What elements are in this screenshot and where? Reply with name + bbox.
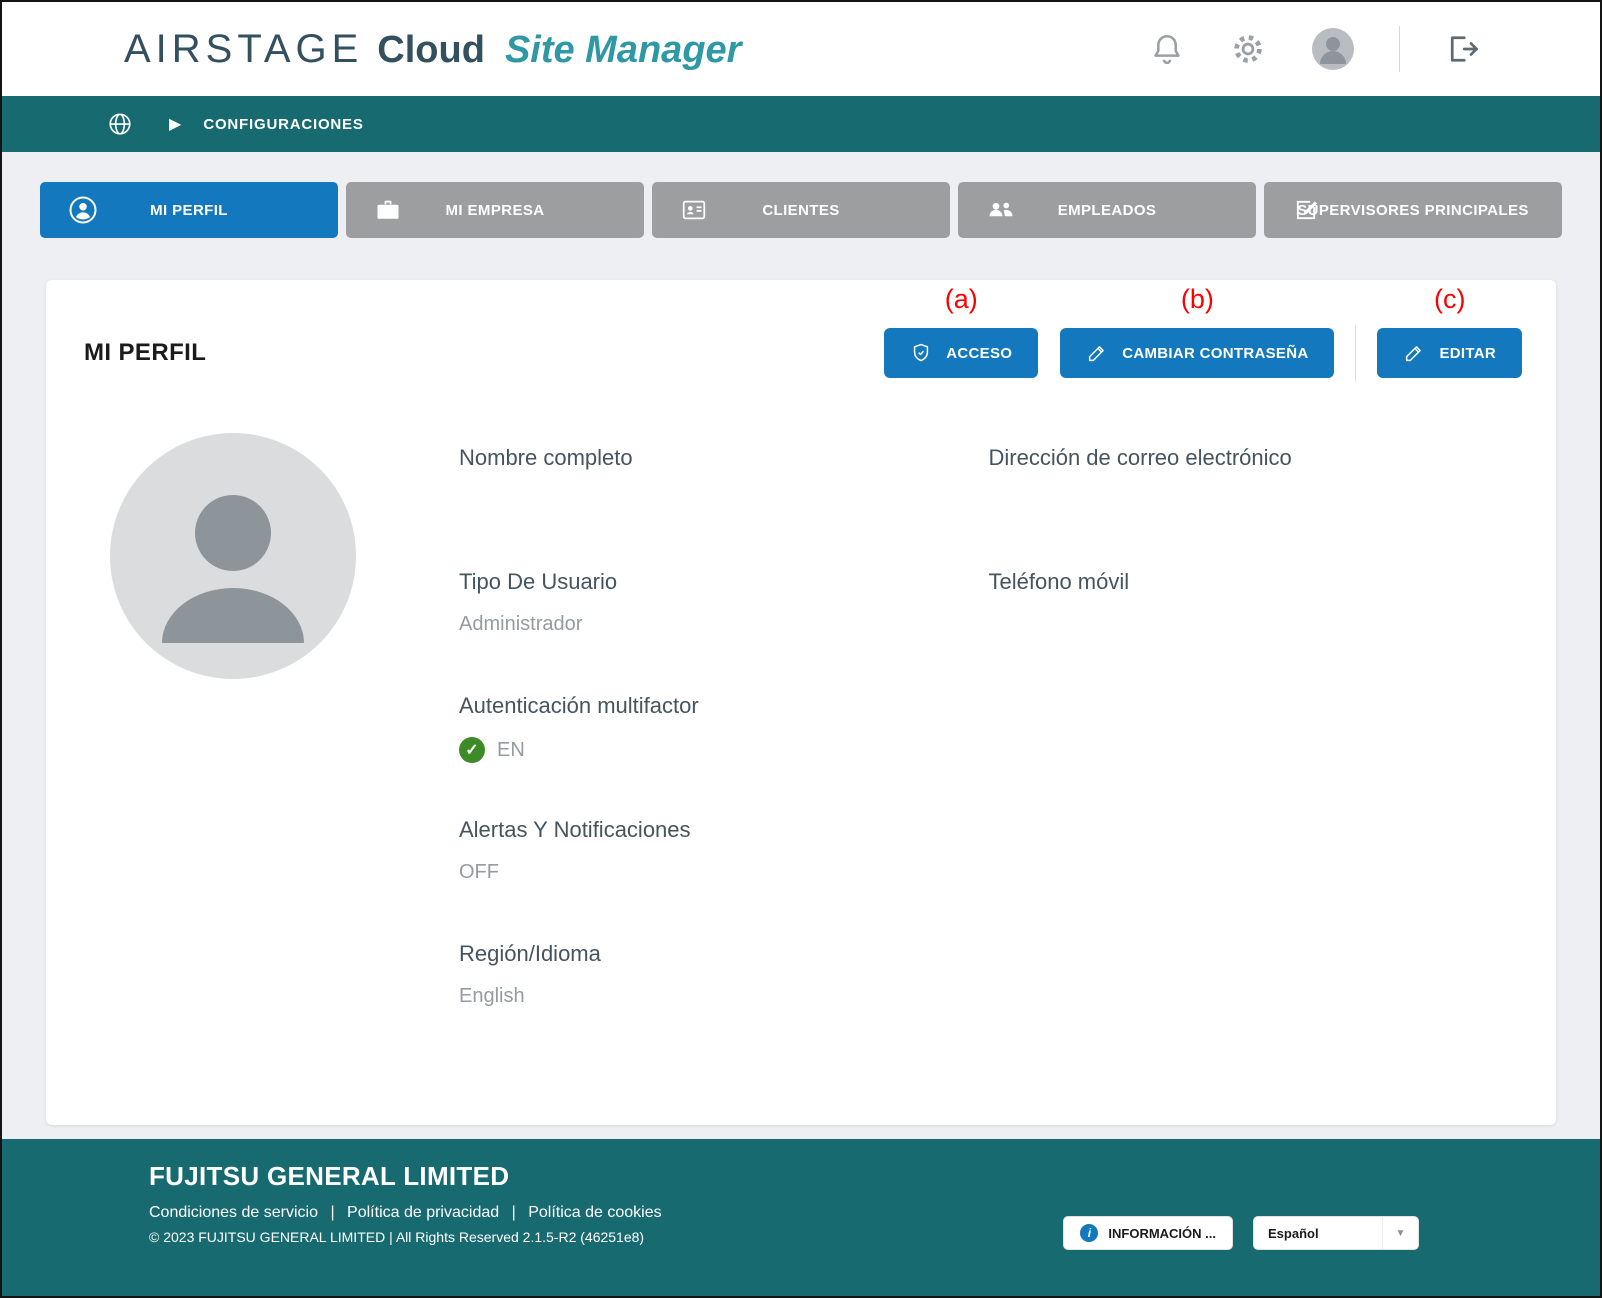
field-value: OFF	[459, 861, 989, 887]
globe-icon[interactable]	[107, 111, 133, 137]
field-value: English	[459, 985, 989, 1011]
shield-icon	[910, 342, 932, 364]
breadcrumb: CONFIGURACIONES	[203, 116, 363, 133]
acceso-button[interactable]: ACCESO	[884, 328, 1038, 378]
tab-clientes[interactable]: CLIENTES	[652, 182, 950, 238]
tabs-bar: MI PERFIL MI EMPRESA CLIENTES	[2, 152, 1600, 238]
footer-controls: i INFORMACIÓN ... Español ▼	[1063, 1216, 1419, 1250]
logo-cloud: Cloud	[377, 29, 485, 72]
editar-button-label: EDITAR	[1439, 345, 1496, 362]
check-circle-icon: ✓	[459, 737, 485, 763]
tab-label: MI PERFIL	[150, 202, 228, 219]
links-separator: |	[512, 1204, 516, 1221]
annotation-b: (b)	[1181, 284, 1214, 315]
person-circle-icon	[68, 195, 98, 225]
link-politica-privacidad[interactable]: Política de privacidad	[347, 1204, 499, 1221]
tab-label: CLIENTES	[762, 202, 839, 219]
field-nombre-completo: Nombre completo	[459, 445, 989, 515]
header-divider	[1399, 26, 1400, 72]
notifications-bell-icon[interactable]	[1149, 31, 1185, 67]
language-select[interactable]: Español ▼	[1253, 1216, 1419, 1250]
tab-mi-empresa[interactable]: MI EMPRESA	[346, 182, 644, 238]
field-region-idioma: Región/Idioma English	[459, 941, 989, 1011]
field-alertas: Alertas Y Notificaciones OFF	[459, 817, 989, 887]
field-label: Tipo De Usuario	[459, 569, 989, 595]
acceso-button-label: ACCESO	[946, 345, 1012, 362]
informacion-button[interactable]: i INFORMACIÓN ...	[1063, 1216, 1233, 1250]
field-value	[459, 489, 989, 515]
header-icons	[1149, 26, 1480, 72]
breadcrumb-bar: ▶ CONFIGURACIONES	[2, 96, 1600, 152]
tab-mi-perfil[interactable]: MI PERFIL	[40, 182, 338, 238]
annotation-a: (a)	[945, 284, 978, 315]
field-email: Dirección de correo electrónico	[989, 445, 1519, 515]
tab-label: EMPLEADOS	[1058, 202, 1157, 219]
editar-button[interactable]: EDITAR	[1377, 328, 1522, 378]
briefcase-icon	[374, 196, 402, 224]
field-telefono: Teléfono móvil	[989, 569, 1519, 639]
page: AIRSTAGE Cloud Site Manager	[0, 0, 1602, 1298]
settings-gear-icon[interactable]	[1229, 30, 1267, 68]
user-avatar-icon[interactable]	[1311, 27, 1355, 71]
profile-card: MI PERFIL (a) ACCESO	[46, 280, 1556, 1125]
field-mfa: Autenticación multifactor ✓ EN	[459, 693, 989, 763]
link-politica-cookies[interactable]: Política de cookies	[528, 1204, 661, 1221]
info-icon: i	[1080, 1224, 1098, 1242]
annotation-c: (c)	[1434, 284, 1465, 315]
profile-avatar	[110, 433, 356, 679]
actions-divider	[1355, 325, 1356, 381]
avatar-area	[84, 433, 459, 1065]
edit-square-icon	[1292, 196, 1320, 224]
links-separator: |	[330, 1204, 334, 1221]
page-title: MI PERFIL	[84, 339, 206, 367]
fields-right-column: Dirección de correo electrónico Teléfono…	[989, 433, 1519, 1065]
field-label: Teléfono móvil	[989, 569, 1519, 595]
field-value	[989, 489, 1519, 515]
logo-airstage: AIRSTAGE	[124, 27, 363, 72]
people-group-icon	[986, 195, 1016, 225]
field-label: Región/Idioma	[459, 941, 989, 967]
id-badge-icon	[680, 196, 708, 224]
informacion-button-label: INFORMACIÓN ...	[1108, 1226, 1216, 1241]
chevron-down-icon: ▼	[1382, 1217, 1418, 1249]
field-tipo-usuario: Tipo De Usuario Administrador	[459, 569, 989, 639]
field-label: Autenticación multifactor	[459, 693, 989, 719]
field-label: Dirección de correo electrónico	[989, 445, 1519, 471]
profile-actions: (a) ACCESO (b)	[884, 325, 1522, 381]
field-value	[989, 613, 1519, 639]
mfa-status: EN	[497, 739, 525, 762]
footer: FUJITSU GENERAL LIMITED Condiciones de s…	[2, 1139, 1600, 1296]
link-condiciones-servicio[interactable]: Condiciones de servicio	[149, 1204, 318, 1221]
tab-empleados[interactable]: EMPLEADOS	[958, 182, 1256, 238]
logout-icon[interactable]	[1444, 31, 1480, 67]
field-label: Nombre completo	[459, 445, 989, 471]
tab-supervisores-principales[interactable]: SUPERVISORES PRINCIPALES	[1264, 182, 1562, 238]
tab-label: SUPERVISORES PRINCIPALES	[1297, 202, 1529, 219]
footer-company: FUJITSU GENERAL LIMITED	[149, 1161, 1600, 1192]
breadcrumb-arrow-icon: ▶	[169, 114, 181, 134]
fields-left-column: Nombre completo Tipo De Usuario Administ…	[459, 433, 989, 1065]
pencil-icon	[1086, 342, 1108, 364]
field-value: ✓ EN	[459, 737, 989, 763]
tab-label: MI EMPRESA	[445, 202, 544, 219]
language-select-value: Español	[1254, 1217, 1382, 1249]
top-header: AIRSTAGE Cloud Site Manager	[2, 2, 1600, 96]
brand-logo: AIRSTAGE Cloud Site Manager	[124, 27, 741, 72]
field-label: Alertas Y Notificaciones	[459, 817, 989, 843]
cambiar-contrasena-button-label: CAMBIAR CONTRASEÑA	[1122, 345, 1308, 362]
field-value: Administrador	[459, 613, 989, 639]
cambiar-contrasena-button[interactable]: CAMBIAR CONTRASEÑA	[1060, 328, 1334, 378]
logo-site-manager: Site Manager	[505, 29, 742, 72]
pencil-icon	[1403, 342, 1425, 364]
